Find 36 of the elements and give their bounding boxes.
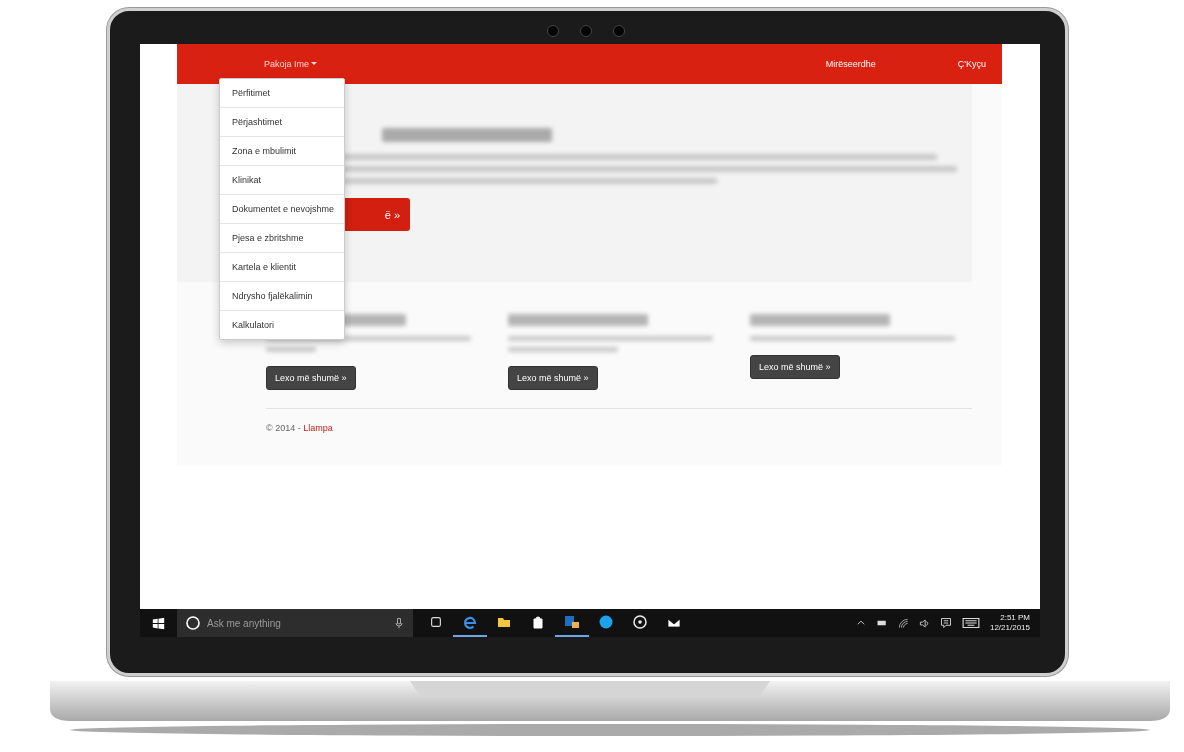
copyright-text: © 2014 - Llampa [266,423,334,433]
music-disc-icon [632,614,648,630]
search-field[interactable]: Ask me anything [177,609,413,637]
circle-icon [185,615,201,631]
windows-logo-icon [152,616,165,630]
menu-item[interactable]: Pjesa e zbritshme [220,223,344,252]
footer-link[interactable]: Llampa [303,423,333,433]
menu-item[interactable]: Klinikat [220,165,344,194]
package-menu[interactable]: Pakoja Ime [264,59,318,69]
caret-icon [311,62,318,66]
menu-item[interactable]: Kartela e klientit [220,252,344,281]
nav-link[interactable]: Ç'Kyçu [957,59,986,69]
wifi-icon [897,617,909,629]
skype-icon [598,614,614,630]
menu-item[interactable]: Zona e mbulimit [220,136,344,165]
speaker-icon [918,617,930,629]
browser-icon [462,614,478,630]
menu-item[interactable]: Ndrysho fjalëkalimin [220,281,344,310]
menu-item[interactable]: Kalkulatori [220,310,344,339]
camera-icon [547,25,559,37]
store-icon [530,614,546,630]
read-more-button[interactable]: Lexo më shumë » [750,355,840,379]
menu-item[interactable]: Përfitimet [220,79,344,107]
menu-item[interactable]: Dokumentet e nevojshme [220,194,344,223]
chevron-up-icon [855,618,866,628]
camera-icon [613,25,625,37]
microphone-icon [393,617,405,629]
read-more-button[interactable]: Lexo më shumë » [266,366,356,390]
nav-link[interactable]: Mirëseerdhe [825,59,876,69]
read-more-button[interactable]: Lexo më shumë » [508,366,598,390]
camera-icon [580,25,592,37]
notification-icon [939,617,952,629]
clock[interactable]: 2:51 PM 12/21/2015 [989,613,1030,633]
outlook-icon [564,614,580,630]
task-view-icon [429,615,443,629]
menu-item[interactable]: Përjashtimet [220,107,344,136]
